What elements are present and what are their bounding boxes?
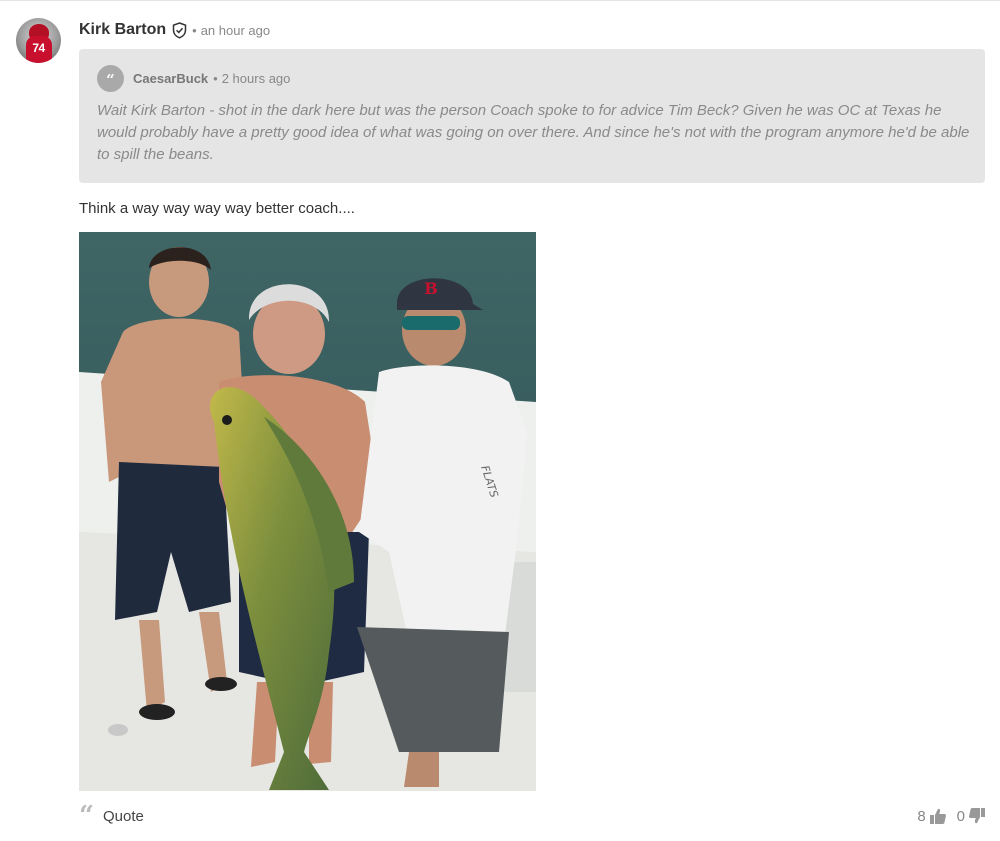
quote-time[interactable]: 2 hours ago [222, 71, 291, 86]
quote-avatar-icon: “ [97, 65, 124, 92]
upvote-count: 8 [917, 807, 926, 825]
quote-text: Wait Kirk Barton - shot in the dark here… [97, 102, 970, 163]
post-time[interactable]: an hour ago [201, 23, 270, 38]
downvote-button[interactable]: 0 [957, 807, 986, 825]
quote-header: CaesarBuck • 2 hours ago [133, 71, 290, 86]
post-author[interactable]: Kirk Barton [79, 21, 166, 39]
upvote-button[interactable]: 8 [917, 807, 946, 825]
post-header: Kirk Barton • an hour ago [79, 20, 270, 40]
quote-button[interactable]: “ Quote [79, 801, 144, 831]
quote-author[interactable]: CaesarBuck [133, 71, 208, 86]
top-divider [0, 0, 1000, 1]
quote-button-label: Quote [102, 807, 144, 825]
author-avatar[interactable]: 74 [16, 18, 61, 63]
avatar-jersey-number: 74 [32, 41, 45, 55]
post-photo[interactable]: B FLATS [79, 232, 536, 791]
separator-dot: • [213, 71, 218, 86]
cap-logo: B [424, 279, 438, 298]
vote-controls: 8 0 [917, 807, 986, 825]
thumbs-down-icon [968, 807, 986, 825]
downvote-count: 0 [956, 807, 965, 825]
separator-dot: • [192, 22, 197, 38]
post-body: Think a way way way way better coach.... [79, 200, 355, 217]
quoted-post: “ CaesarBuck • 2 hours ago Wait Kirk Bar… [79, 49, 985, 183]
quote-icon: “ [79, 801, 94, 831]
verified-shield-icon [172, 21, 187, 39]
thumbs-up-icon [929, 807, 947, 825]
